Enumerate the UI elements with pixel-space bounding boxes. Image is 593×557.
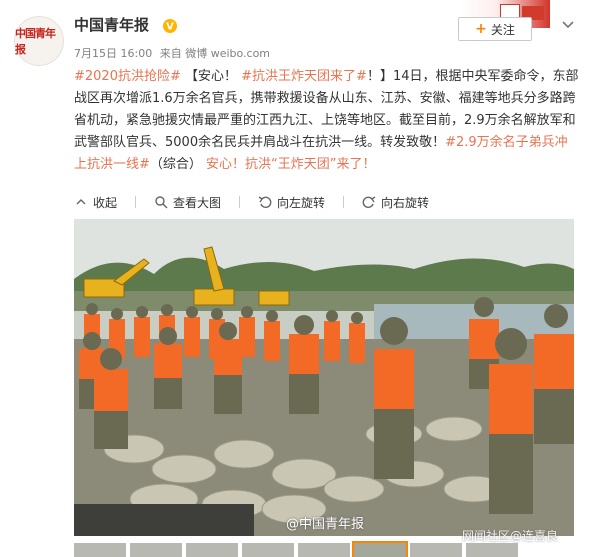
thumbnail[interactable] xyxy=(298,543,350,557)
post-text-segment: 【安心！ xyxy=(180,69,242,84)
collapse-button[interactable]: 收起 xyxy=(74,191,117,213)
thumbnail-selected[interactable] xyxy=(352,541,408,557)
thumbnail[interactable] xyxy=(130,543,182,557)
thumbnail[interactable] xyxy=(186,543,238,557)
post-text-segment: （综合） xyxy=(149,157,207,172)
post-source[interactable]: 来自 微博 weibo.com xyxy=(160,47,270,60)
article-link[interactable]: 安心！抗洪“王炸天团”来了！ xyxy=(206,157,375,172)
plus-icon: + xyxy=(475,21,487,37)
photo-watermark-secondary: 网闻社区@连喜良 xyxy=(462,529,559,543)
verified-badge-icon: V xyxy=(163,19,177,33)
flood-relief-scene xyxy=(74,219,574,536)
thumbnail[interactable] xyxy=(242,543,294,557)
post-photo[interactable] xyxy=(74,219,574,536)
hashtag-link[interactable]: #2020抗洪抢险# xyxy=(74,69,181,84)
magnifier-icon xyxy=(155,196,168,209)
hashtag-link[interactable]: #抗洪王炸天团来了# xyxy=(241,69,367,84)
thumbnail-strip xyxy=(74,541,579,557)
divider xyxy=(239,196,241,208)
post-header: 中国青年报 中国青年报 V 7月15日 16:00 来自 微博 weibo.co… xyxy=(0,0,593,66)
thumbnail[interactable] xyxy=(74,543,126,557)
svg-text:V: V xyxy=(166,22,174,33)
image-toolbar: 收起 查看大图 向左旋转 向右旋转 xyxy=(74,191,447,213)
rotate-left-icon xyxy=(258,196,272,209)
thumbnail[interactable] xyxy=(466,543,518,557)
rotate-right-icon xyxy=(362,196,376,209)
follow-button[interactable]: + 关注 xyxy=(458,17,532,41)
divider xyxy=(343,196,345,208)
rotate-left-button[interactable]: 向左旋转 xyxy=(258,191,325,213)
thumbnail[interactable] xyxy=(410,543,462,557)
rotate-right-button[interactable]: 向右旋转 xyxy=(362,191,429,213)
chevron-down-icon[interactable] xyxy=(560,17,576,33)
photo-watermark: @中国青年报 xyxy=(286,517,365,532)
post-time[interactable]: 7月15日 16:00 xyxy=(74,47,152,60)
post-text: #2020抗洪抢险# 【安心！ #抗洪王炸天团来了#！】14日，根据中央军委命令… xyxy=(74,66,579,176)
divider xyxy=(135,196,137,208)
account-name[interactable]: 中国青年报 xyxy=(74,14,149,35)
post-meta: 7月15日 16:00 来自 微博 weibo.com xyxy=(74,45,274,61)
account-avatar[interactable]: 中国青年报 xyxy=(14,16,64,66)
collapse-icon xyxy=(76,199,86,205)
view-large-button[interactable]: 查看大图 xyxy=(154,191,221,213)
